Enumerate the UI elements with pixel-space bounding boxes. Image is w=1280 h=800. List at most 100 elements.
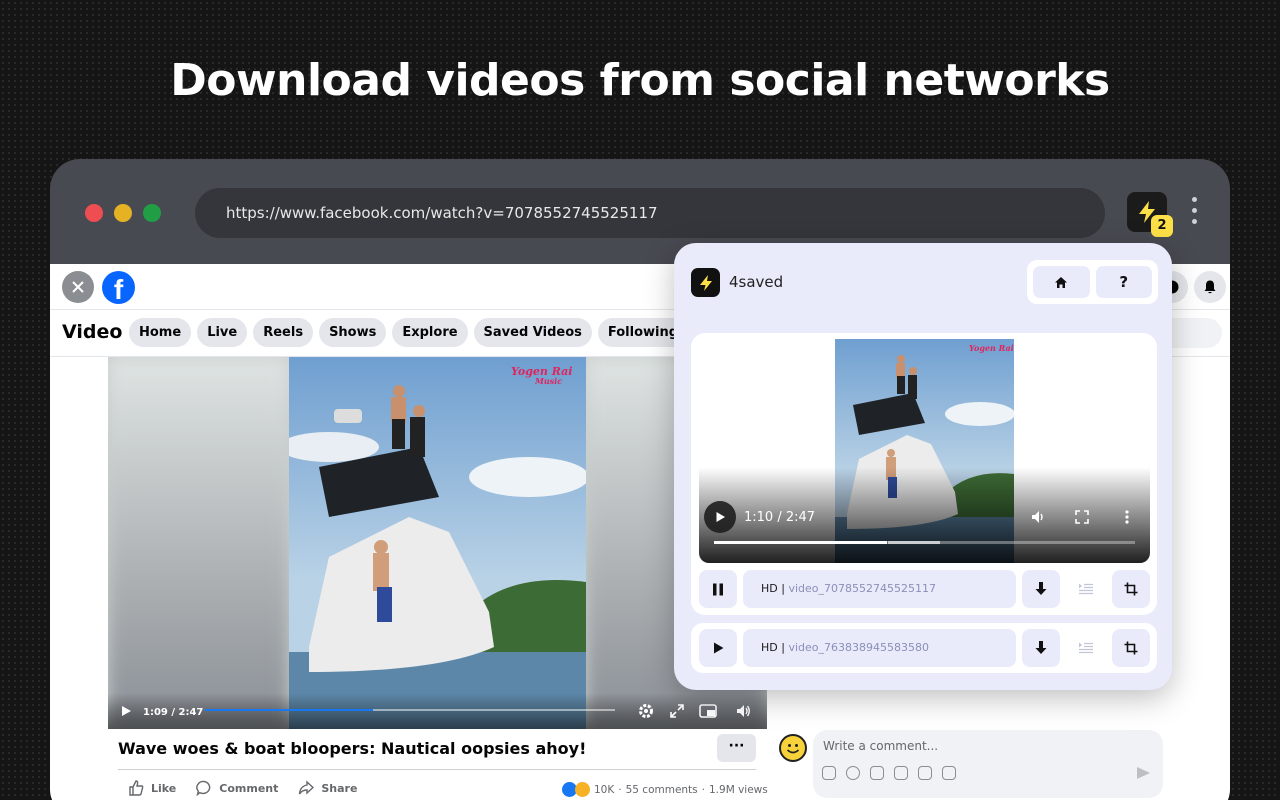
nav-pill-explore[interactable]: Explore [392,318,468,347]
popup-app-name: 4saved [729,273,784,291]
views-count: 1.9M views [709,783,768,796]
share-button[interactable]: Share [298,780,357,796]
player-time: 1:09 / 2:47 [143,707,204,718]
preview-time: 1:10 / 2:47 [744,510,816,525]
video-2-play-button[interactable] [699,629,737,667]
address-bar[interactable]: https://www.facebook.com/watch?v=7078552… [195,188,1105,238]
preview-play-button[interactable] [704,501,736,533]
playlist-icon [1079,583,1093,595]
video-2-filename: video_763838945583580 [788,641,929,654]
expand-icon[interactable] [667,701,687,721]
video-1-quality: HD | [761,582,785,595]
like-label: Like [151,781,177,795]
nav-pill-shows[interactable]: Shows [319,318,387,347]
nav-pills: Home Live Reels Shows Explore Saved Vide… [129,318,689,347]
preview-fullscreen-icon[interactable] [1073,508,1091,526]
extension-badge: 2 [1151,215,1173,237]
video-2-playlist-button[interactable] [1067,629,1105,667]
comment-button[interactable]: Comment [196,780,278,796]
video-2-quality: HD | [761,641,785,654]
video-1-crop-button[interactable] [1112,570,1150,608]
reactions-count[interactable]: 10K [594,784,614,796]
preview-more-icon[interactable] [1118,508,1136,526]
send-icon[interactable] [1137,767,1150,779]
popup-nav: ? [1027,260,1158,304]
home-icon [1055,276,1068,288]
video-1-download-button[interactable] [1022,570,1060,608]
help-button[interactable]: ? [1095,266,1152,298]
like-button[interactable]: Like [128,780,176,796]
haha-reaction-icon [575,782,590,797]
preview-progress-fill [714,541,887,544]
comment-tools [822,766,956,780]
comment-bubble-icon [196,780,211,796]
notifications-bell-icon[interactable] [1194,271,1226,303]
player-controls: 1:09 / 2:47 [108,693,767,729]
preview-volume-icon[interactable] [1029,508,1047,526]
video-1-playlist-button[interactable] [1067,570,1105,608]
preview-progress-buffer [888,541,940,544]
picture-in-picture-icon[interactable] [698,701,718,721]
pause-icon [713,583,723,595]
video-card-2: HD | video_763838945583580 [691,623,1157,673]
stats-separator-2: · [701,783,705,796]
close-icon[interactable] [62,271,94,303]
video-1-filename: video_7078552745525117 [788,582,936,595]
nav-pill-home[interactable]: Home [129,318,192,347]
gif-icon[interactable] [918,766,932,780]
share-arrow-icon [299,780,315,795]
camera-icon[interactable] [894,766,908,780]
post-more-button[interactable]: ··· [717,734,756,762]
sticker-icon[interactable] [870,766,884,780]
video-1-label: HD | video_7078552745525117 [743,570,1016,608]
settings-gear-icon[interactable] [636,701,656,721]
video-1-pause-button[interactable] [699,570,737,608]
video-2-label: HD | video_763838945583580 [743,629,1016,667]
preview-player[interactable]: Yogen Rai 1:10 / 2:47 [699,339,1150,563]
preview-watermark: Yogen Rai [969,343,1014,353]
comment-input[interactable]: Write a comment... [813,730,1163,798]
video-frame: Yogen Rai Music [289,357,586,729]
facebook-logo-icon[interactable]: f [102,271,135,304]
user-avatar [779,734,807,762]
video-2-download-button[interactable] [1022,629,1060,667]
browser-menu-icon[interactable] [1189,197,1199,227]
post-actions: Like Comment Share [128,780,357,796]
play-icon[interactable] [116,701,136,721]
video-row-1: HD | video_7078552745525117 [699,570,1150,608]
window-close-dot[interactable] [85,204,103,222]
video-2-crop-button[interactable] [1112,629,1150,667]
play-icon [716,512,725,522]
comment-placeholder: Write a comment... [823,739,939,753]
crop-icon [1124,641,1138,655]
crop-icon [1124,582,1138,596]
volume-icon[interactable] [733,701,753,721]
4saved-popup: 4saved ? Yogen Rai 1:10 / 2:47 HD | vide… [674,243,1172,690]
headline: Download videos from social networks [170,55,1110,106]
nav-pill-saved-videos[interactable]: Saved Videos [473,318,592,347]
playlist-icon [1079,642,1093,654]
video-blur-left [108,357,289,729]
preview-progress[interactable] [714,541,1135,544]
window-minimize-dot[interactable] [114,204,132,222]
comments-count[interactable]: 55 comments [626,784,698,796]
download-arrow-icon [1035,641,1047,654]
4saved-logo-icon [691,268,720,297]
comment-label: Comment [219,781,279,795]
player-progress[interactable] [205,709,615,711]
post-title: Wave woes & boat bloopers: Nautical oops… [118,739,587,758]
stats-separator: · [618,783,622,796]
video-nav-title: Video [62,321,123,343]
video-card-1: Yogen Rai 1:10 / 2:47 HD | video_7078552… [691,333,1157,615]
home-button[interactable] [1033,266,1090,298]
sticker-face-icon[interactable] [942,766,956,780]
avatar-sticker-icon[interactable] [822,766,836,780]
window-maximize-dot[interactable] [143,204,161,222]
post-stats: 10K · 55 comments · 1.9M views [562,782,768,797]
share-label: Share [321,781,358,795]
nav-pill-live[interactable]: Live [197,318,248,347]
video-row-2: HD | video_763838945583580 [699,629,1150,667]
video-player[interactable]: Yogen Rai Music 1:09 / 2:47 [108,357,767,729]
nav-pill-reels[interactable]: Reels [253,318,314,347]
emoji-icon[interactable] [846,766,860,780]
